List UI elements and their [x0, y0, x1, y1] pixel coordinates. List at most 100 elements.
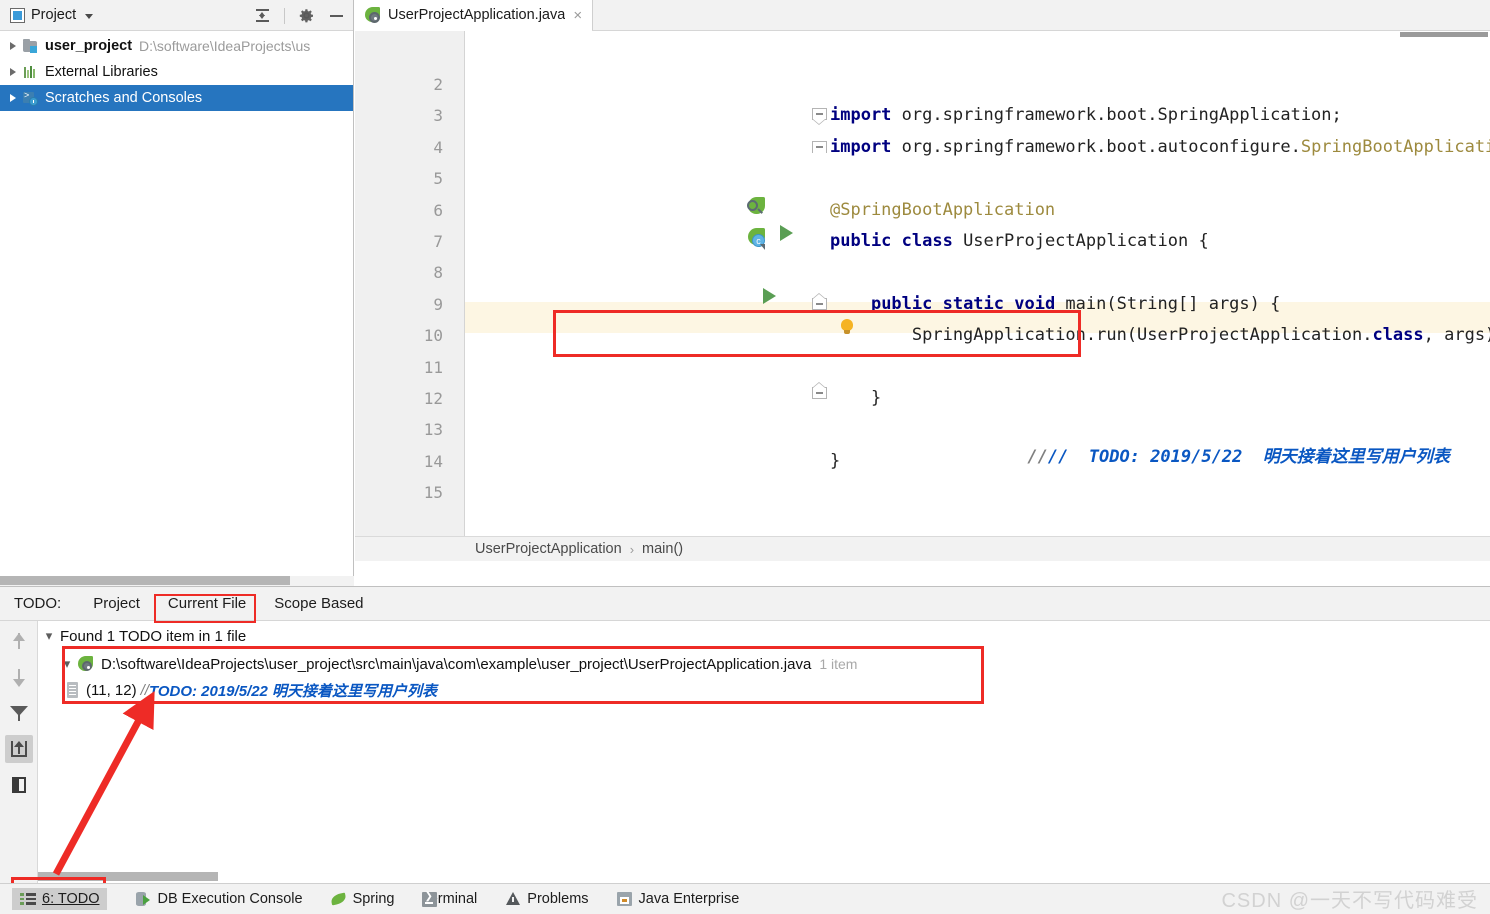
expand-arrow-icon[interactable]: [4, 42, 22, 50]
project-panel-title: Project: [31, 7, 77, 23]
tree-item-path: D:\software\IdeaProjects\us: [139, 38, 311, 54]
code-text: }: [830, 450, 841, 471]
warning-triangle-icon: [505, 891, 521, 907]
project-panel-toolbar: [254, 0, 345, 31]
filter-icon[interactable]: [5, 699, 33, 727]
gear-icon[interactable]: [298, 7, 315, 24]
external-libraries-icon: [22, 64, 42, 80]
todo-panel-label: TODO:: [14, 595, 62, 612]
project-hscrollbar-thumb[interactable]: [0, 576, 290, 585]
spring-boot-class-icon: [365, 6, 382, 24]
previous-occurrence-icon[interactable]: [5, 627, 33, 655]
todo-body: ▾ Found 1 TODO item in 1 file ▾ D:\softw…: [0, 621, 1490, 883]
todo-item-slashes: //: [140, 681, 149, 699]
tab-scope-based[interactable]: Scope Based: [264, 592, 373, 615]
code-text: SpringApplication.run(UserProjectApplica…: [830, 325, 1490, 346]
line-number: 3: [433, 106, 443, 126]
todo-summary-label: Found 1 TODO item in 1 file: [60, 627, 247, 645]
status-item-db-execution-console[interactable]: DB Execution Console: [135, 891, 303, 907]
status-item-terminal[interactable]: Terminal: [422, 891, 477, 907]
code-text: public class UserProjectApplication {: [830, 231, 1209, 251]
todo-file-path: D:\software\IdeaProjects\user_project\sr…: [101, 655, 812, 673]
code-line: 5: [355, 163, 1490, 194]
status-item-problems[interactable]: Problems: [505, 891, 589, 907]
layout-panel-icon[interactable]: [5, 771, 33, 799]
code-line: 4 import org.springframework.boot.autocon…: [355, 132, 1490, 163]
editor-tab-label: UserProjectApplication.java: [388, 7, 566, 23]
status-item-problems-label: Problems: [527, 891, 589, 907]
code-line: 9 public static void main(String[] args)…: [355, 289, 1490, 320]
breadcrumb-method[interactable]: main(): [642, 541, 683, 557]
todo-summary-row[interactable]: ▾ Found 1 TODO item in 1 file: [38, 624, 1490, 648]
project-tree: user_project D:\software\IdeaProjects\us…: [0, 31, 353, 111]
editor-tab-bar: UserProjectApplication.java ×: [355, 0, 1490, 31]
status-item-java-enterprise[interactable]: Java Enterprise: [616, 891, 740, 907]
status-item-db-label: DB Execution Console: [157, 891, 303, 907]
chevron-down-icon[interactable]: ▾: [38, 628, 60, 644]
line-number: 8: [433, 263, 443, 283]
database-icon: [135, 891, 151, 907]
todo-file-item-count: 1 item: [819, 656, 858, 672]
java-enterprise-icon: [616, 891, 633, 907]
line-number: 5: [433, 169, 443, 189]
todo-item-text: TODO: 2019/5/22 明天接着这里写用户列表: [148, 682, 438, 700]
todo-file-row[interactable]: ▾ D:\software\IdeaProjects\user_project\…: [38, 652, 1490, 676]
todo-document-icon: [64, 682, 81, 698]
code-text: }: [830, 388, 882, 408]
scratches-icon: [22, 90, 42, 106]
editor-vscrollbar-thumb[interactable]: [1400, 32, 1488, 37]
project-window-icon: [10, 7, 25, 23]
todo-tool-window: TODO: Project Current File Scope Based ▾: [0, 586, 1490, 883]
terminal-icon: [422, 891, 438, 907]
spring-leaf-icon: [331, 891, 347, 907]
export-icon[interactable]: [4, 735, 33, 763]
tree-row-user-project[interactable]: user_project D:\software\IdeaProjects\us: [0, 33, 353, 59]
chevron-down-icon[interactable]: ▾: [56, 656, 78, 672]
module-folder-icon: [22, 38, 42, 54]
tree-item-label: External Libraries: [45, 64, 158, 80]
code-todo-comment-text: // TODO: 2019/5/22 明天接着这里写用户列表: [1047, 447, 1450, 468]
spring-boot-class-icon: [78, 655, 98, 673]
status-item-spring-label: Spring: [352, 891, 395, 907]
minimize-icon[interactable]: [328, 7, 345, 24]
line-number: 2: [433, 75, 443, 94]
todo-side-toolbar: [0, 621, 38, 883]
code-line: 3 import org.springframework.boot.SpringA…: [355, 100, 1490, 131]
status-item-todo[interactable]: 6: TODO: [12, 888, 108, 910]
todo-hscrollbar-thumb[interactable]: [38, 872, 218, 881]
tab-project[interactable]: Project: [83, 592, 150, 615]
expand-arrow-icon[interactable]: [4, 94, 22, 102]
line-number: 7: [433, 232, 443, 251]
code-text: import org.springframework.boot.autoconf…: [830, 136, 1490, 157]
project-title-group[interactable]: Project: [0, 7, 94, 23]
line-number: 10: [423, 326, 443, 346]
collapse-all-icon[interactable]: [254, 7, 271, 24]
close-icon[interactable]: ×: [571, 8, 584, 23]
chevron-down-icon[interactable]: [85, 13, 94, 19]
line-number: 6: [433, 200, 443, 220]
tab-current-file[interactable]: Current File: [158, 592, 256, 615]
code-todo-comment-line: //// TODO: 2019/5/22 明天接着这里写用户列表: [1027, 447, 1450, 468]
status-item-spring[interactable]: Spring: [331, 891, 395, 907]
line-number: 15: [423, 483, 443, 503]
editor-tab-userprojectapplication[interactable]: UserProjectApplication.java ×: [355, 0, 594, 31]
code-line: 10 SpringApplication.run(UserProjectAppl…: [355, 320, 1490, 351]
todo-item-row[interactable]: (11, 12) // TODO: 2019/5/22 明天接着这里写用户列表: [38, 678, 1490, 702]
project-panel-header: Project: [0, 0, 353, 31]
breadcrumb-class[interactable]: UserProjectApplication: [475, 541, 622, 557]
expand-arrow-icon[interactable]: [4, 68, 22, 76]
tree-row-external-libraries[interactable]: External Libraries: [0, 59, 353, 85]
code-line: 7 public class UserProjectApplication {: [355, 226, 1490, 257]
idea-window: Project user_project D:\software\IdeaPro…: [0, 0, 1490, 914]
code-text: public static void main(String[] args) {: [870, 293, 1281, 314]
todo-tab-bar: TODO: Project Current File Scope Based: [0, 587, 1490, 621]
code-line: 2: [355, 69, 1490, 100]
todo-results-tree: ▾ Found 1 TODO item in 1 file ▾ D:\softw…: [38, 621, 1490, 883]
toolbar-divider: [284, 7, 285, 24]
tree-row-scratches-and-consoles[interactable]: Scratches and Consoles: [0, 85, 353, 111]
code-editor[interactable]: c 2 3 import org.springframework.boot.Spri…: [355, 31, 1490, 561]
code-line: 12 }: [355, 383, 1490, 414]
next-occurrence-icon[interactable]: [5, 663, 33, 691]
status-item-java-label: Java Enterprise: [638, 891, 740, 907]
line-number: 9: [433, 294, 443, 314]
